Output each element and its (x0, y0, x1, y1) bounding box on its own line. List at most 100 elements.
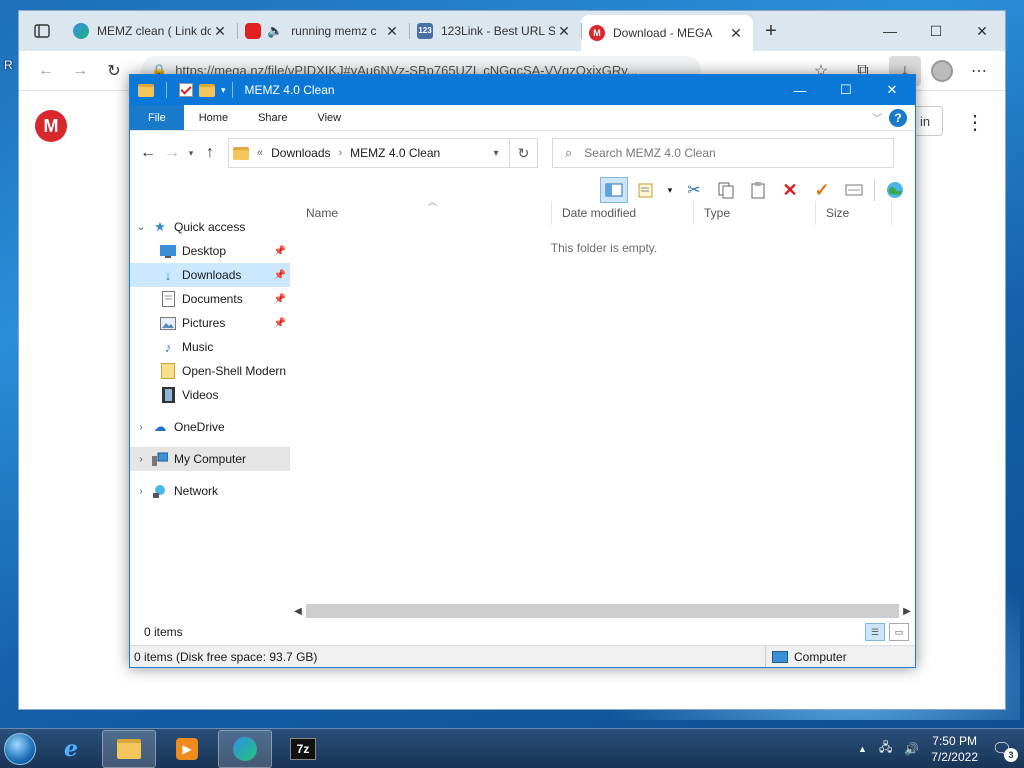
expand-chevron-icon[interactable]: › (130, 486, 152, 497)
back-icon[interactable]: ← (136, 144, 160, 162)
refresh-icon[interactable]: ↻ (509, 139, 537, 167)
new-tab-button[interactable]: + (753, 15, 789, 47)
minimize-icon[interactable]: — (777, 75, 823, 105)
explorer-address-bar[interactable]: « Downloads › MEMZ 4.0 Clean ▾ ↻ (228, 138, 538, 168)
back-icon[interactable]: ← (29, 56, 63, 86)
scroll-thumb[interactable] (306, 604, 899, 618)
organize-dropdown-icon[interactable]: ▾ (664, 177, 676, 203)
nav-quick-access[interactable]: ⌄ ★ Quick access (130, 215, 290, 239)
delete-icon[interactable]: ✕ (776, 177, 804, 203)
tab-running-memz[interactable]: 🔈 running memz c ✕ (237, 15, 409, 47)
taskbar-edge[interactable] (218, 729, 272, 768)
volume-icon[interactable]: 🔊 (904, 742, 919, 756)
tab-close-icon[interactable]: ✕ (727, 25, 745, 42)
collapse-chevron-icon[interactable]: ⌄ (130, 222, 152, 233)
nav-item-open-shell[interactable]: Open-Shell Modern (130, 359, 290, 383)
profile-avatar[interactable] (931, 59, 953, 82)
system-clock[interactable]: 7:50 PM 7/2/2022 (931, 733, 978, 765)
nav-network[interactable]: › Network (130, 479, 290, 503)
pin-icon[interactable]: 📌 (274, 294, 286, 305)
tab-close-icon[interactable]: ✕ (211, 23, 229, 40)
paste-icon[interactable] (744, 177, 772, 203)
nav-item-documents[interactable]: Documents 📌 (130, 287, 290, 311)
maximize-icon[interactable]: ☐ (823, 75, 869, 105)
more-menu-icon[interactable]: ⋯ (963, 56, 995, 86)
expand-chevron-icon[interactable]: › (130, 422, 152, 433)
help-icon[interactable]: ? (889, 109, 907, 127)
tab-close-icon[interactable]: ✕ (555, 23, 573, 40)
refresh-icon[interactable]: ↻ (97, 56, 131, 86)
maximize-icon[interactable]: ☐ (913, 11, 959, 51)
pin-icon[interactable]: 📌 (274, 270, 286, 281)
tab-actions-icon[interactable] (19, 11, 65, 51)
expand-chevron-icon[interactable]: › (130, 454, 152, 465)
tab-view[interactable]: View (302, 105, 356, 130)
recent-locations-icon[interactable]: ▾ (184, 148, 198, 159)
close-icon[interactable]: ✕ (869, 75, 915, 105)
window-title: MEMZ 4.0 Clean (244, 83, 335, 97)
address-dropdown-icon[interactable]: ▾ (483, 148, 509, 159)
nav-item-pictures[interactable]: Pictures 📌 (130, 311, 290, 335)
breadcrumb-downloads[interactable]: Downloads (271, 146, 330, 160)
breadcrumb-memz[interactable]: MEMZ 4.0 Clean (350, 146, 440, 160)
show-hidden-icons[interactable]: ▲ (858, 744, 867, 754)
mega-logo[interactable]: M (35, 110, 67, 142)
nav-item-music[interactable]: ♪ Music (130, 335, 290, 359)
tab-share[interactable]: Share (243, 105, 302, 130)
pin-icon[interactable]: 📌 (274, 318, 286, 329)
details-view-icon[interactable]: ☰ (865, 623, 885, 641)
minimize-icon[interactable]: — (867, 11, 913, 51)
tab-file[interactable]: File (130, 105, 184, 130)
column-name[interactable]: Name ︿ (296, 197, 552, 225)
customize-toolbar-icon[interactable]: ▾ (221, 85, 226, 96)
breadcrumb-overflow[interactable]: « (257, 147, 263, 159)
tab-memz-clean[interactable]: MEMZ clean ( Link do ✕ (65, 15, 237, 47)
close-icon[interactable]: ✕ (959, 11, 1005, 51)
browser-window-controls: — ☐ ✕ (867, 11, 1005, 51)
copy-icon[interactable] (712, 177, 740, 203)
globe-icon[interactable] (881, 177, 909, 203)
forward-icon[interactable]: → (160, 144, 184, 162)
expand-ribbon-icon[interactable]: ﹀ (865, 105, 889, 130)
tab-close-icon[interactable]: ✕ (383, 23, 401, 40)
email-icon[interactable] (840, 177, 868, 203)
scroll-right-icon[interactable]: ▶ (899, 606, 915, 617)
nav-onedrive[interactable]: › ☁ OneDrive (130, 415, 290, 439)
cut-icon[interactable]: ✂ (680, 177, 708, 203)
explorer-search-input[interactable]: ⌕ Search MEMZ 4.0 Clean (552, 138, 894, 168)
search-placeholder: Search MEMZ 4.0 Clean (584, 146, 716, 160)
taskbar-7zip[interactable]: 7z (276, 730, 330, 768)
column-headers: Name ︿ Date modified Type Size (296, 197, 912, 225)
speaker-icon[interactable]: 🔈 (267, 23, 283, 39)
preview-pane-icon[interactable] (600, 177, 628, 203)
pin-icon[interactable]: 📌 (274, 246, 286, 257)
breadcrumb-chevron-icon[interactable]: › (339, 147, 343, 159)
network-status-icon[interactable]: 🖧 (879, 738, 892, 759)
nav-label: OneDrive (174, 420, 225, 434)
up-icon[interactable]: ↑ (198, 144, 222, 162)
tab-mega-download[interactable]: M Download - MEGA ✕ (581, 15, 753, 51)
taskbar-internet-explorer[interactable]: e (44, 730, 98, 768)
mega-menu-icon[interactable]: ⋮ (965, 110, 985, 135)
action-center-icon[interactable]: 🗨 3 (990, 738, 1018, 762)
properties-icon[interactable] (179, 83, 193, 97)
start-button[interactable] (0, 729, 40, 768)
column-date-modified[interactable]: Date modified (552, 201, 694, 225)
nav-my-computer[interactable]: › My Computer (130, 447, 290, 471)
taskbar-file-explorer[interactable] (102, 729, 156, 768)
forward-icon[interactable]: → (63, 56, 97, 86)
taskbar-media-player[interactable]: ▶ (160, 730, 214, 768)
large-icons-view-icon[interactable]: ▭ (889, 623, 909, 641)
rename-icon[interactable]: ✓ (808, 177, 836, 203)
scroll-left-icon[interactable]: ◀ (290, 606, 306, 617)
column-size[interactable]: Size (816, 201, 892, 225)
column-type[interactable]: Type (694, 201, 816, 225)
nav-item-videos[interactable]: Videos (130, 383, 290, 407)
tab-123link[interactable]: 123 123Link - Best URL Sh ✕ (409, 15, 581, 47)
nav-item-desktop[interactable]: Desktop 📌 (130, 239, 290, 263)
tab-home[interactable]: Home (184, 105, 243, 130)
nav-item-downloads[interactable]: ↓ Downloads 📌 (130, 263, 290, 287)
horizontal-scrollbar[interactable]: ◀ ▶ (290, 603, 915, 619)
new-folder-icon[interactable] (199, 83, 215, 97)
properties-icon[interactable] (632, 177, 660, 203)
